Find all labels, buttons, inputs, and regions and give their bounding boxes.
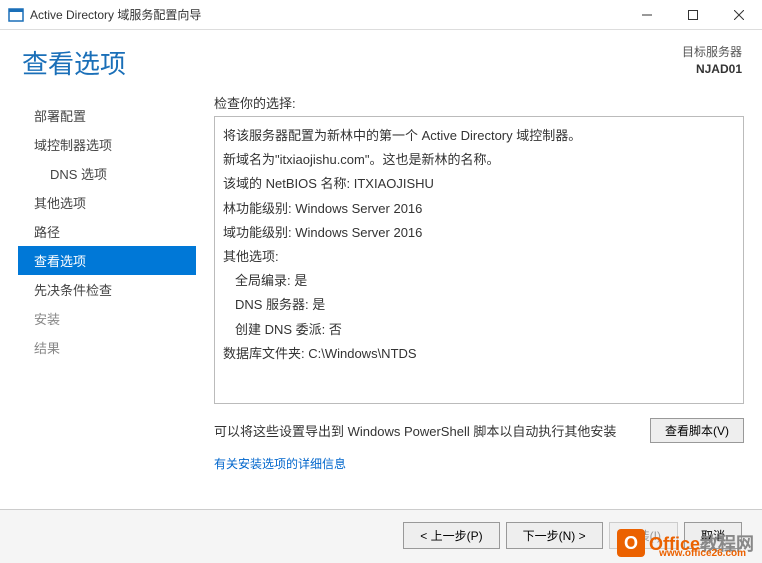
cancel-button[interactable]: 取消 bbox=[684, 522, 742, 549]
review-line-3: 林功能级别: Windows Server 2016 bbox=[223, 200, 735, 218]
target-label: 目标服务器 bbox=[682, 44, 742, 61]
sidebar-item-2[interactable]: DNS 选项 bbox=[18, 159, 196, 188]
sidebar-item-4[interactable]: 路径 bbox=[18, 217, 196, 246]
previous-button[interactable]: < 上一步(P) bbox=[403, 522, 499, 549]
review-line-1: 新域名为"itxiaojishu.com"。这也是新林的名称。 bbox=[223, 151, 735, 169]
sidebar-item-8: 结果 bbox=[18, 333, 196, 362]
review-line-2: 该域的 NetBIOS 名称: ITXIAOJISHU bbox=[223, 175, 735, 193]
sidebar-item-0[interactable]: 部署配置 bbox=[18, 101, 196, 130]
body-row: 部署配置域控制器选项DNS 选项其他选项路径查看选项先决条件检查安装结果 检查你… bbox=[0, 93, 762, 473]
sidebar: 部署配置域控制器选项DNS 选项其他选项路径查看选项先决条件检查安装结果 bbox=[18, 93, 196, 473]
more-info-row: 有关安装选项的详细信息 bbox=[214, 455, 744, 473]
more-info-link[interactable]: 有关安装选项的详细信息 bbox=[214, 457, 346, 471]
header-row: 查看选项 目标服务器 NJAD01 bbox=[0, 30, 762, 93]
sidebar-item-7: 安装 bbox=[18, 304, 196, 333]
titlebar: Active Directory 域服务配置向导 bbox=[0, 0, 762, 30]
minimize-button[interactable] bbox=[624, 0, 670, 30]
sidebar-item-3[interactable]: 其他选项 bbox=[18, 188, 196, 217]
install-button: 安装(I) bbox=[609, 522, 678, 549]
target-server-block: 目标服务器 NJAD01 bbox=[682, 44, 742, 78]
window-title: Active Directory 域服务配置向导 bbox=[30, 6, 624, 23]
review-line-9: 数据库文件夹: C:\Windows\NTDS bbox=[223, 345, 735, 363]
window-controls bbox=[624, 0, 762, 30]
review-line-0: 将该服务器配置为新林中的第一个 Active Directory 域控制器。 bbox=[223, 127, 735, 145]
check-label: 检查你的选择: bbox=[214, 93, 744, 112]
app-icon bbox=[8, 7, 24, 23]
next-button[interactable]: 下一步(N) > bbox=[506, 522, 603, 549]
sidebar-item-6[interactable]: 先决条件检查 bbox=[18, 275, 196, 304]
export-row: 可以将这些设置导出到 Windows PowerShell 脚本以自动执行其他安… bbox=[214, 418, 744, 443]
close-button[interactable] bbox=[716, 0, 762, 30]
export-text: 可以将这些设置导出到 Windows PowerShell 脚本以自动执行其他安… bbox=[214, 421, 640, 440]
target-server-name: NJAD01 bbox=[682, 61, 742, 78]
page-heading: 查看选项 bbox=[22, 44, 682, 81]
review-line-5: 其他选项: bbox=[223, 248, 735, 266]
main-column: 检查你的选择: 将该服务器配置为新林中的第一个 Active Directory… bbox=[196, 93, 744, 473]
sidebar-item-5[interactable]: 查看选项 bbox=[18, 246, 196, 275]
review-line-8: 创建 DNS 委派: 否 bbox=[223, 321, 735, 339]
view-script-button[interactable]: 查看脚本(V) bbox=[650, 418, 744, 443]
footer: < 上一步(P) 下一步(N) > 安装(I) 取消 bbox=[0, 509, 762, 563]
review-line-6: 全局编录: 是 bbox=[223, 272, 735, 290]
review-line-7: DNS 服务器: 是 bbox=[223, 296, 735, 314]
review-textbox[interactable]: 将该服务器配置为新林中的第一个 Active Directory 域控制器。新域… bbox=[214, 116, 744, 404]
review-line-4: 域功能级别: Windows Server 2016 bbox=[223, 224, 735, 242]
sidebar-item-1[interactable]: 域控制器选项 bbox=[18, 130, 196, 159]
maximize-button[interactable] bbox=[670, 0, 716, 30]
